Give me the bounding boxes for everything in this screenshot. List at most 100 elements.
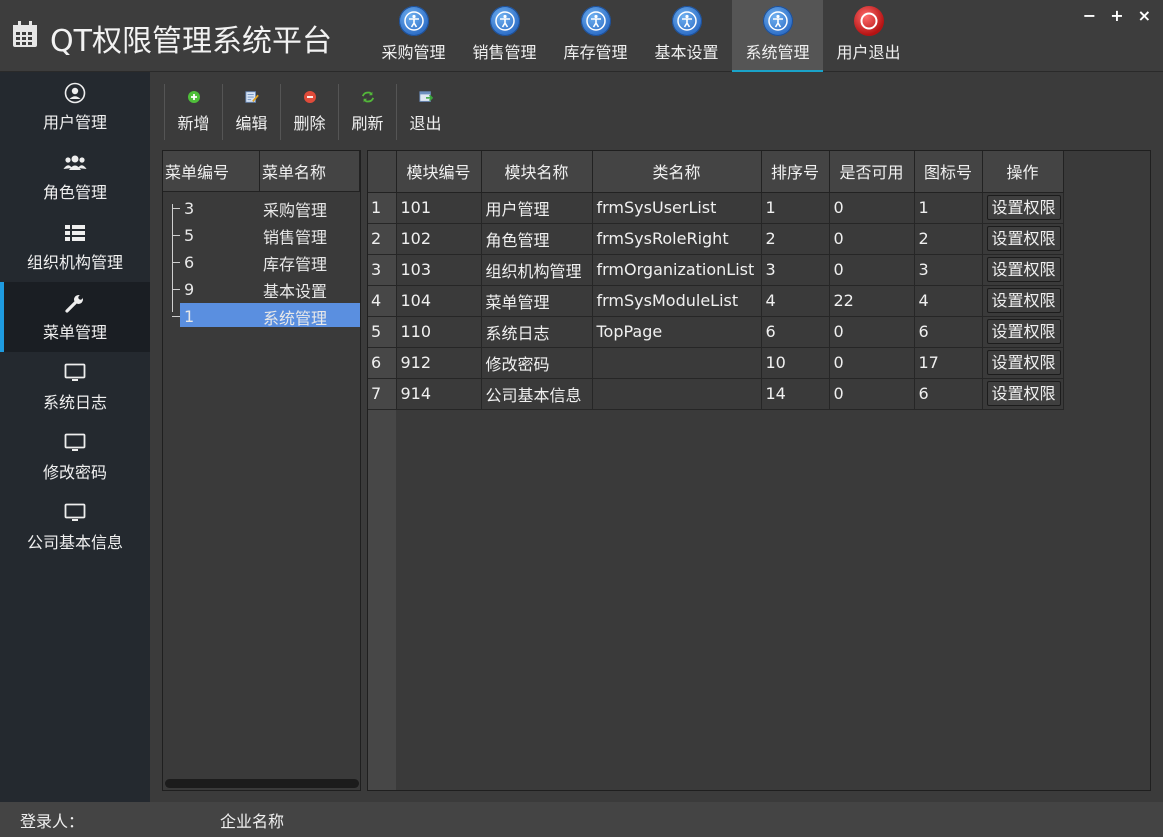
cell-enabled: 0 [829,223,915,255]
status-bar: 登录人： 企业名称 [0,802,1163,837]
table-row[interactable]: 5 110 系统日志 TopPage 6 0 6 设置权限 [368,316,1064,348]
sidebar-item-organization-management[interactable]: 组织机构管理 [0,212,150,282]
close-button[interactable]: × [1138,6,1151,25]
tree-node[interactable]: 5 销售管理 [163,222,360,249]
tree-node[interactable]: 3 采购管理 [163,195,360,222]
title-bar: QT权限管理系统平台 采购管理 销售管理 库存管理 基本设置 系统管理 用户退出… [0,0,1163,72]
cell-action: 设置权限 [982,316,1064,348]
monitor-icon [64,361,86,385]
accessibility-person-icon [489,6,520,36]
cell-module-code: 914 [396,378,482,410]
login-user-label: 登录人： [20,811,85,831]
calendar-icon [10,19,50,57]
minimize-button[interactable]: − [1083,6,1096,25]
topnav-label: 销售管理 [472,43,537,62]
tree-node-name: 基本设置 [263,281,328,301]
topnav-item-logout[interactable]: 用户退出 [823,0,914,72]
sidebar-item-label: 角色管理 [42,183,107,202]
sidebar-item-label: 用户管理 [42,113,107,132]
topnav-item-system[interactable]: 系统管理 [732,0,823,72]
cell-enabled: 0 [829,378,915,410]
cell-class-name: TopPage [592,316,762,348]
exit-circle-icon [853,6,884,36]
row-number: 4 [368,285,397,317]
sidebar-item-user-management[interactable]: 用户管理 [0,72,150,142]
topnav-item-purchase[interactable]: 采购管理 [368,0,459,72]
table-row[interactable]: 3 103 组织机构管理 frmOrganizationList 3 0 3 设… [368,254,1064,286]
minus-circle-icon [303,90,317,104]
maximize-button[interactable]: + [1110,6,1123,25]
top-nav: 采购管理 销售管理 库存管理 基本设置 系统管理 用户退出 [368,0,914,72]
edit-button[interactable]: 编辑 [222,84,280,140]
cell-class-name: frmSysUserList [592,192,762,224]
cell-module-code: 912 [396,347,482,379]
tree-header-menu-name[interactable]: 菜单名称 [260,151,360,191]
tree-node-name: 库存管理 [263,254,328,274]
list-icon [64,221,86,245]
cell-action: 设置权限 [982,285,1064,317]
topnav-item-inventory[interactable]: 库存管理 [550,0,641,72]
set-permission-button[interactable]: 设置权限 [986,381,1061,406]
refresh-icon [361,90,375,104]
set-permission-button[interactable]: 设置权限 [986,288,1061,313]
sidebar-item-role-management[interactable]: 角色管理 [0,142,150,212]
wrench-icon [65,291,85,315]
tree-node-selected[interactable]: 1 系统管理 [163,303,360,330]
cell-action: 设置权限 [982,347,1064,379]
app-title: QT权限管理系统平台 [10,16,332,60]
cell-icon-number: 3 [914,254,983,286]
cell-class-name: frmOrganizationList [592,254,762,286]
tree-header-menu-code[interactable]: 菜单编号 [163,151,260,191]
cell-icon-number: 4 [914,285,983,317]
cell-action: 设置权限 [982,254,1064,286]
set-permission-button[interactable]: 设置权限 [986,319,1061,344]
users-group-icon [63,151,87,175]
table-row[interactable]: 2 102 角色管理 frmSysRoleRight 2 0 2 设置权限 [368,223,1064,255]
cell-enabled: 0 [829,192,915,224]
cell-module-name: 菜单管理 [481,285,593,317]
row-number: 5 [368,316,397,348]
topnav-item-sales[interactable]: 销售管理 [459,0,550,72]
set-permission-button[interactable]: 设置权限 [986,195,1061,220]
table-row[interactable]: 6 912 修改密码 10 0 17 设置权限 [368,347,1064,379]
column-header[interactable]: 操作 [982,151,1064,193]
topnav-item-basic-settings[interactable]: 基本设置 [641,0,732,72]
corner-header[interactable] [368,151,397,193]
cell-icon-number: 6 [914,316,983,348]
horizontal-scrollbar[interactable] [165,779,359,788]
cell-order: 3 [761,254,830,286]
sidebar-item-system-log[interactable]: 系统日志 [0,352,150,422]
sidebar-item-change-password[interactable]: 修改密码 [0,422,150,492]
company-name-label: 企业名称 [220,811,285,831]
set-permission-button[interactable]: 设置权限 [986,257,1061,282]
cell-action: 设置权限 [982,223,1064,255]
tree-node-name: 采购管理 [263,200,328,220]
add-button[interactable]: 新增 [164,84,222,140]
table-row[interactable]: 4 104 菜单管理 frmSysModuleList 4 22 4 设置权限 [368,285,1064,317]
column-header[interactable]: 模块名称 [481,151,593,193]
set-permission-button[interactable]: 设置权限 [986,226,1061,251]
table-header-row: 模块编号 模块名称 类名称 排序号 是否可用 图标号 操作 [368,151,1064,193]
cell-action: 设置权限 [982,192,1064,224]
cell-module-name: 角色管理 [481,223,593,255]
column-header[interactable]: 类名称 [592,151,762,193]
column-header[interactable]: 是否可用 [829,151,915,193]
menu-tree: 菜单编号 菜单名称 3 采购管理 5 销售管理 6 库存管理 9 基本设置 1 [162,150,361,791]
tree-node[interactable]: 9 基本设置 [163,276,360,303]
tree-node[interactable]: 6 库存管理 [163,249,360,276]
tree-header: 菜单编号 菜单名称 [163,151,360,192]
sidebar-item-company-info[interactable]: 公司基本信息 [0,492,150,562]
table-row[interactable]: 1 101 用户管理 frmSysUserList 1 0 1 设置权限 [368,192,1064,224]
column-header[interactable]: 排序号 [761,151,830,193]
sidebar-item-menu-management[interactable]: 菜单管理 [0,282,150,352]
column-header[interactable]: 图标号 [914,151,983,193]
refresh-button[interactable]: 刷新 [338,84,396,140]
row-number: 1 [368,192,397,224]
set-permission-button[interactable]: 设置权限 [986,350,1061,375]
cell-module-code: 102 [396,223,482,255]
delete-button[interactable]: 删除 [280,84,338,140]
column-header[interactable]: 模块编号 [396,151,482,193]
exit-button[interactable]: 退出 [396,84,454,140]
table-row[interactable]: 7 914 公司基本信息 14 0 6 设置权限 [368,378,1064,410]
tree-node-code: 1 [184,307,195,326]
